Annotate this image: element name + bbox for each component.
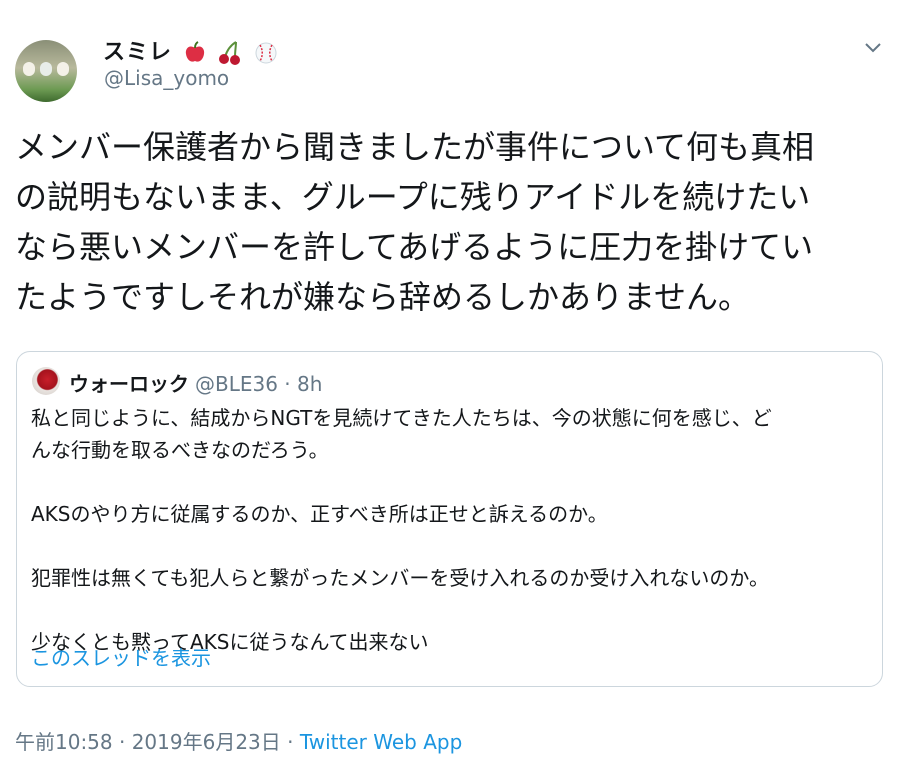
quoted-tweet-header: ウォーロック @BLE36 · 8h <box>69 368 322 397</box>
tweet-source-link[interactable]: Twitter Web App <box>300 730 462 754</box>
quoted-tweet-text: 私と同じように、結成からNGTを見続けてきた人たちは、今の状態に何を感じ、ど ん… <box>31 406 772 654</box>
quoted-tweet[interactable]: ウォーロック @BLE36 · 8h 私と同じように、結成からNGTを見続けてきた… <box>16 351 883 687</box>
tweet-footer: 午前10:58 · 2019年6月23日 · Twitter Web App <box>15 726 462 755</box>
baseball-icon <box>255 42 277 64</box>
avatar-figure <box>40 62 52 76</box>
avatar-figure <box>23 62 35 76</box>
author-handle[interactable]: @Lisa_yomo <box>104 66 229 90</box>
tweet-text: メンバー保護者から聞きましたが事件について何も真相 の説明もないまま、グループに… <box>15 128 815 316</box>
quoted-author-avatar <box>32 367 60 395</box>
author-display-name[interactable]: スミレ <box>103 34 278 66</box>
author-display-name-text: スミレ <box>103 40 173 65</box>
quoted-author-display-name: ウォーロック <box>69 372 189 396</box>
apple-icon <box>185 41 204 62</box>
cherries-icon <box>219 41 241 65</box>
avatar-figure <box>57 62 69 76</box>
chevron-down-icon[interactable] <box>863 40 883 56</box>
show-thread-link[interactable]: このスレッドを表示 <box>31 642 211 671</box>
quoted-author-handle-time: @BLE36 · 8h <box>195 372 323 396</box>
author-avatar[interactable] <box>15 40 77 102</box>
tweet-timestamp[interactable]: 午前10:58 · 2019年6月23日 · <box>15 730 300 754</box>
